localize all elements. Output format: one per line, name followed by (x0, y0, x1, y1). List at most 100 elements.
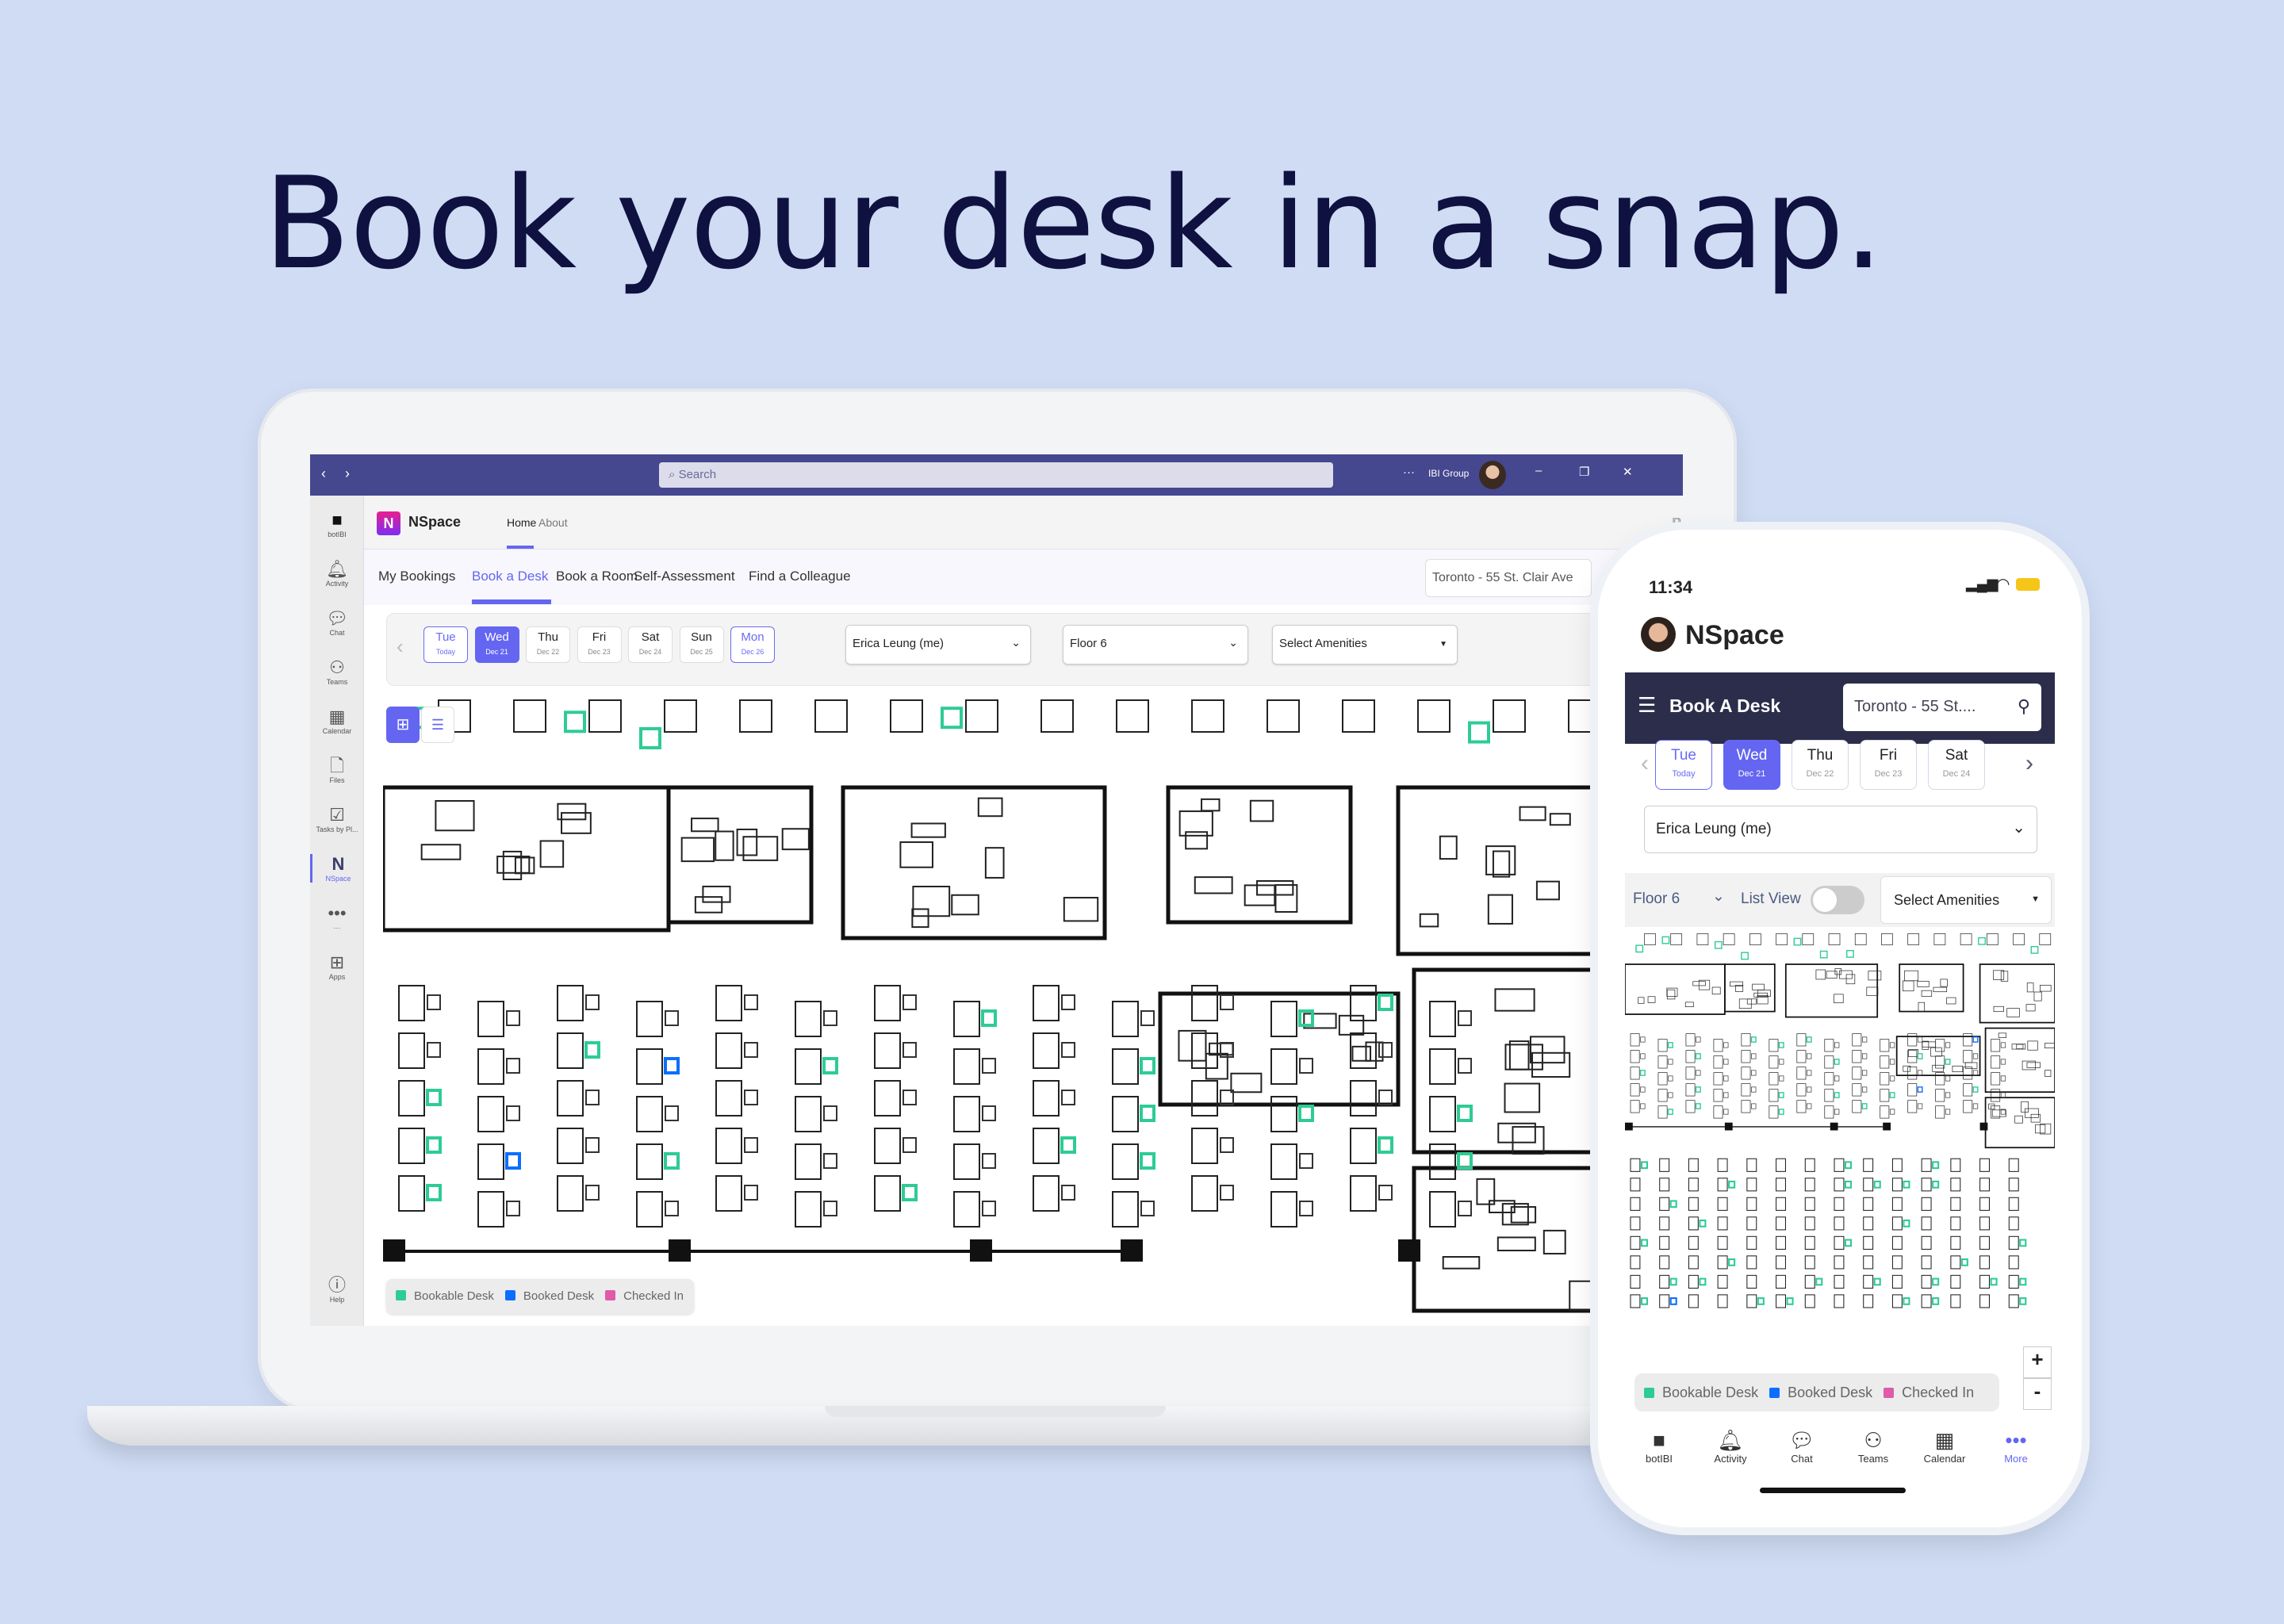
bell-icon: 🔔︎ (326, 559, 348, 579)
nav-book-a-desk[interactable]: Book a Desk (472, 569, 548, 584)
location-pin-icon: ⚲ (2017, 696, 2030, 716)
rail-item-chat[interactable]: 💬︎ Chat (310, 608, 364, 637)
day-tue[interactable]: Tue Today (1655, 740, 1712, 790)
back-icon[interactable]: ‹ (321, 465, 326, 482)
app-name: NSpace (1685, 620, 1784, 650)
tab-label: More (2004, 1453, 2028, 1465)
nav-my-bookings[interactable]: My Bookings (378, 569, 455, 584)
day-date: Dec 26 (741, 648, 765, 656)
rail-label: Teams (326, 678, 348, 686)
list-view-toggle[interactable] (1811, 886, 1864, 914)
rail-item-calendar[interactable]: ▦ Calendar (310, 707, 364, 735)
floor-plan-map[interactable] (1625, 931, 2055, 1423)
map-toolbar: Floor 6 ⌄ List View Select Amenities ▼ (1625, 873, 2055, 927)
rail-item-apps[interactable]: ⊞ Apps (310, 952, 364, 981)
nav-active-indicator (472, 599, 551, 604)
floor-select[interactable]: Floor 6 ⌄ (1063, 625, 1248, 665)
tab-more[interactable]: ••• More (1980, 1427, 2052, 1465)
user-avatar[interactable] (1641, 617, 1676, 652)
location-select[interactable]: Toronto - 55 St. Clair Ave (1425, 559, 1592, 597)
person-select-value: Erica Leung (me) (853, 637, 945, 650)
user-avatar[interactable] (1479, 461, 1506, 489)
org-name[interactable]: IBI Group (1428, 468, 1469, 479)
list-view-label: List View (1741, 891, 1801, 907)
legend-label: Bookable Desk (414, 1289, 494, 1303)
day-wed[interactable]: Wed Dec 21 (1723, 740, 1780, 790)
day-date: Today (435, 648, 456, 656)
nav-book-a-room[interactable]: Book a Room (556, 569, 638, 584)
tab-activity[interactable]: 🔔︎ Activity (1695, 1427, 1766, 1465)
tab-teams[interactable]: ⚇ Teams (1838, 1427, 1909, 1465)
popout-icon[interactable]: ⧉ (1673, 515, 1681, 528)
chevron-down-icon: ⌄ (1011, 636, 1021, 649)
map-view-button[interactable]: ⊞ (386, 707, 420, 743)
day-date: Dec 24 (638, 648, 662, 656)
day-name: Thu (1807, 747, 1834, 764)
teams-icon: ⚇ (1864, 1428, 1883, 1452)
day-thu[interactable]: Thu Dec 22 (526, 626, 570, 663)
person-select-value: Erica Leung (me) (1656, 821, 1772, 837)
list-view-button[interactable]: ☰ (421, 707, 454, 743)
tab-home-indicator (507, 546, 534, 549)
rail-item-activity[interactable]: 🔔︎ Activity (310, 559, 364, 588)
prev-week-icon[interactable]: ‹ (1641, 750, 1649, 777)
nspace-logo: N (377, 511, 400, 535)
legend-label: Checked In (623, 1289, 684, 1303)
legend-label: Booked Desk (1788, 1385, 1873, 1400)
day-fri[interactable]: Fri Dec 23 (1860, 740, 1917, 790)
rail-item-files[interactable]: 🗋 Files (310, 756, 364, 784)
file-icon: 🗋 (330, 756, 344, 776)
floor-select[interactable]: Floor 6 (1633, 891, 1680, 908)
nav-self-assessment[interactable]: Self-Assessment (634, 569, 735, 584)
search-input[interactable]: ⌕ Search (659, 462, 1333, 488)
zoom-in-button[interactable]: + (2023, 1346, 2052, 1378)
close-icon[interactable]: ✕ (1623, 465, 1633, 479)
day-sat[interactable]: Sat Dec 24 (1928, 740, 1985, 790)
day-mon[interactable]: Mon Dec 26 (730, 626, 775, 663)
tab-home[interactable]: Home (507, 516, 536, 529)
more-options-button[interactable]: ··· (1403, 465, 1415, 479)
apps-icon: ⊞ (329, 952, 345, 972)
legend-label: Booked Desk (523, 1289, 595, 1303)
tab-calendar[interactable]: ▦ Calendar (1909, 1427, 1980, 1465)
floor-plan-icon: ⊞ (396, 716, 410, 733)
tab-about[interactable]: About (538, 516, 568, 529)
rail-item-tasks-by-pl-[interactable]: ☑ Tasks by Pl... (310, 805, 364, 833)
amenities-select[interactable]: Select Amenities ▼ (1880, 876, 2052, 924)
restore-icon[interactable]: ❐ (1579, 465, 1589, 479)
column (1979, 1122, 1988, 1131)
rail-item-nspace[interactable]: N NSpace (310, 854, 364, 883)
location-select[interactable]: Toronto - 55 St.... ⚲ (1843, 684, 2041, 731)
list-icon: ☰ (431, 717, 445, 733)
day-sat[interactable]: Sat Dec 24 (628, 626, 673, 663)
tab-botibi[interactable]: ■ botIBI (1625, 1427, 1695, 1465)
prev-week-icon[interactable]: ‹ (397, 634, 404, 659)
teams-title-bar: ‹ › ⌕ Search ··· IBI Group – ❐ ✕ (310, 454, 1683, 496)
tab-chat[interactable]: 💬︎ Chat (1766, 1427, 1838, 1465)
day-wed[interactable]: Wed Dec 21 (474, 626, 519, 663)
nav-find-a-colleague[interactable]: Find a Colleague (749, 569, 851, 584)
app-name: NSpace (408, 514, 462, 530)
rail-item-teams[interactable]: ⚇ Teams (310, 657, 364, 686)
amenities-select[interactable]: Select Amenities ▼ (1272, 625, 1458, 665)
minimize-icon[interactable]: – (1535, 464, 1542, 477)
wifi-icon: ◠ (1996, 576, 2010, 593)
day-name: Fri (592, 630, 607, 644)
rail-item--[interactable]: ••• ··· (310, 903, 364, 932)
day-fri[interactable]: Fri Dec 23 (577, 626, 622, 663)
hamburger-menu-icon[interactable]: ☰ (1638, 693, 1656, 718)
floor-plan-map[interactable] (383, 692, 1612, 1326)
next-week-icon[interactable]: › (2025, 750, 2033, 777)
day-sun[interactable]: Sun Dec 25 (679, 626, 724, 663)
day-tue[interactable]: Tue Today (423, 626, 468, 663)
legend-item: Bookable Desk (396, 1289, 494, 1303)
rail-item-botibi[interactable]: ■ botIBI (310, 510, 364, 538)
day-name: Wed (485, 630, 509, 644)
map-background (1625, 931, 2055, 1423)
person-select[interactable]: Erica Leung (me) ⌄ (845, 625, 1031, 665)
rail-help[interactable]: ⓘ Help (310, 1275, 364, 1304)
forward-icon[interactable]: › (345, 465, 350, 482)
zoom-out-button[interactable]: - (2023, 1378, 2052, 1410)
person-select[interactable]: Erica Leung (me) ⌄ (1644, 806, 2037, 853)
day-thu[interactable]: Thu Dec 22 (1792, 740, 1849, 790)
